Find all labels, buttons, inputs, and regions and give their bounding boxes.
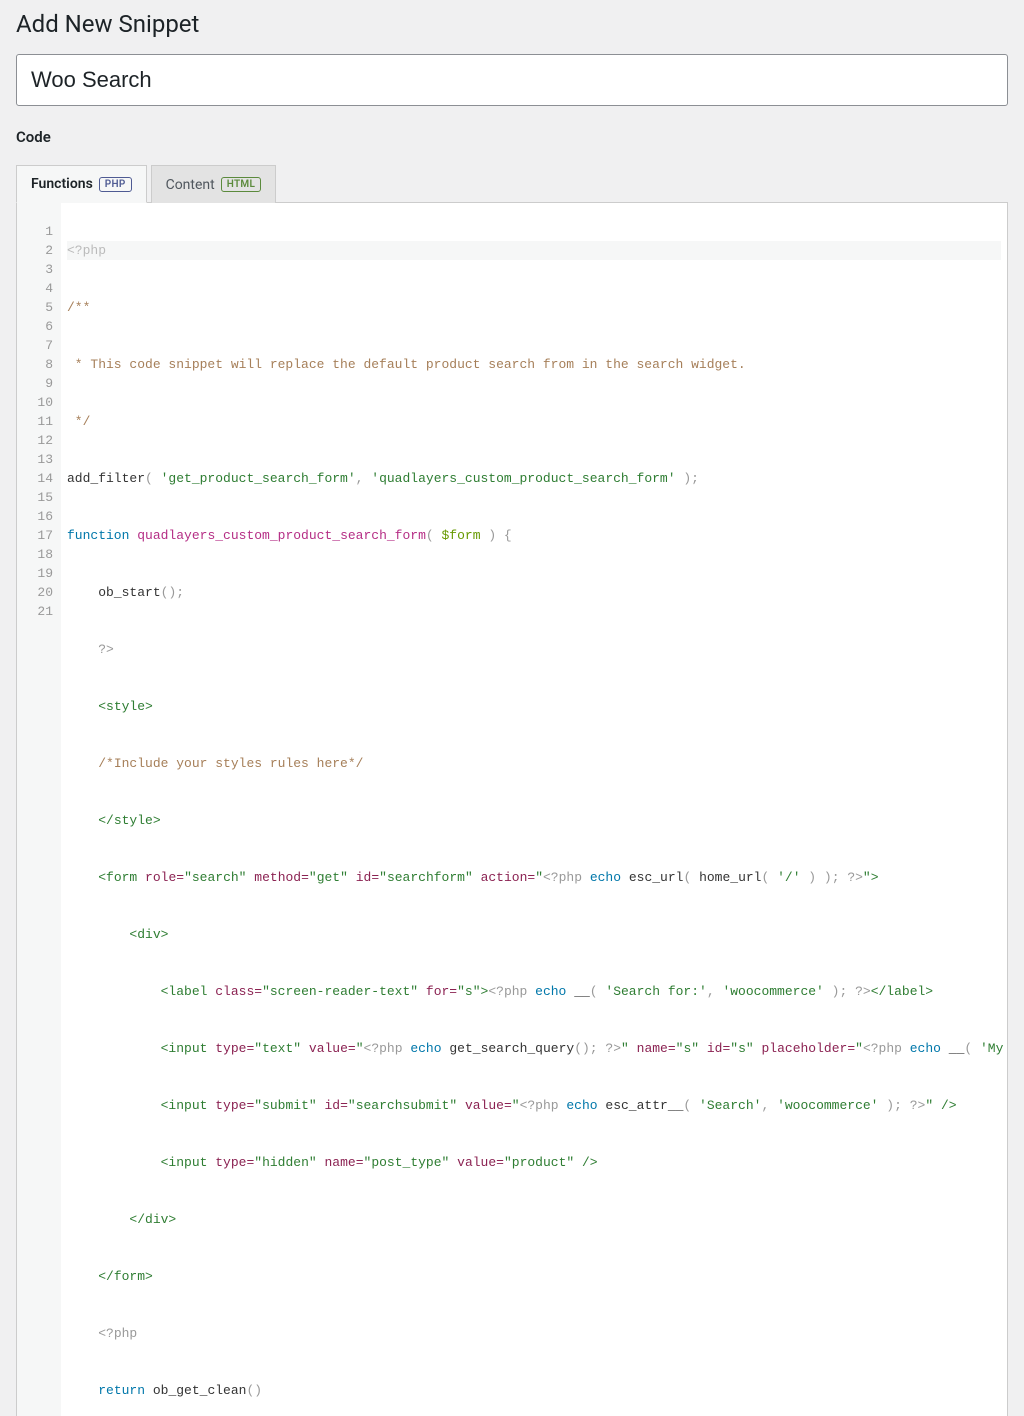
- page-title: Add New Snippet: [16, 10, 1008, 38]
- code-section-label: Code: [16, 128, 1008, 146]
- tab-content[interactable]: Content HTML: [151, 165, 277, 203]
- code-editor[interactable]: 1 2 3 4 5 6 7 8 9 10 11 12 13 14 15 16 1…: [16, 203, 1008, 1416]
- code-area[interactable]: <?php /** * This code snippet will repla…: [61, 203, 1007, 1416]
- code-pretag: <?php: [67, 241, 1001, 260]
- php-badge: PHP: [99, 177, 132, 192]
- line-gutter: 1 2 3 4 5 6 7 8 9 10 11 12 13 14 15 16 1…: [17, 203, 61, 1416]
- editor-tabs: Functions PHP Content HTML: [16, 164, 1008, 203]
- tab-functions[interactable]: Functions PHP: [16, 165, 147, 203]
- snippet-title-input[interactable]: [16, 54, 1008, 106]
- html-badge: HTML: [221, 177, 261, 192]
- tab-functions-label: Functions: [31, 176, 93, 192]
- tab-content-label: Content: [166, 177, 215, 193]
